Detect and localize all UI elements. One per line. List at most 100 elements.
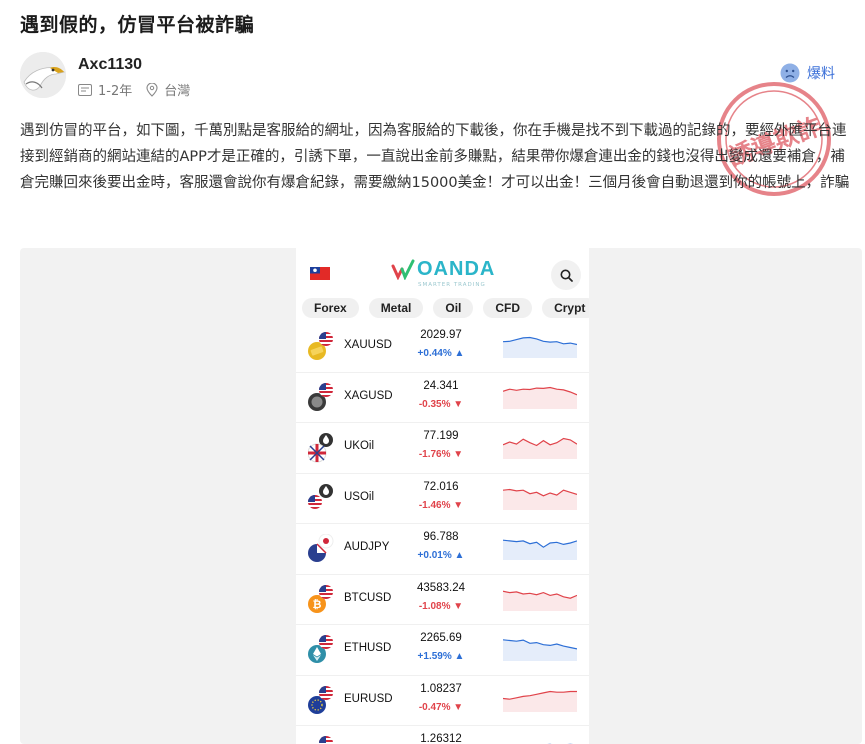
quote-row[interactable]: USOil 72.016 -1.46% ▼ xyxy=(296,474,589,524)
account-age: 1-2年 xyxy=(98,84,133,99)
quote-row[interactable]: AUDJPY 96.788 +0.01% ▲ xyxy=(296,524,589,575)
quote-symbol: UKOil xyxy=(344,440,375,452)
change-arrow-icon: ▼ xyxy=(453,701,464,713)
quote-price: 77.199 xyxy=(423,430,459,442)
quote-price: 1.26312 xyxy=(420,733,462,744)
change-arrow-icon: ▼ xyxy=(453,600,464,612)
quote-change: -1.08% ▼ xyxy=(406,601,476,612)
report-button[interactable]: 爆料 xyxy=(780,63,835,83)
svg-text:₿: ₿ xyxy=(313,598,322,611)
sparkline-area xyxy=(503,438,577,459)
quote-change: -0.35% ▼ xyxy=(406,399,476,410)
quote-price: 1.08237 xyxy=(420,682,462,695)
search-button[interactable] xyxy=(551,260,581,290)
author-meta: 1-2年 台灣 xyxy=(78,80,190,99)
quote-symbol: EURUSD xyxy=(344,692,393,705)
sparkline-area xyxy=(503,489,577,510)
logo-text: OANDA xyxy=(417,258,496,280)
quote-change-value: +0.01% xyxy=(417,550,452,561)
author-name[interactable]: Axc1130 xyxy=(78,56,142,74)
category-tabs: Forex Metal Oil CFD Crypt xyxy=(302,298,589,320)
quote-change-value: -0.35% xyxy=(418,398,451,410)
change-arrow-icon: ▼ xyxy=(453,398,464,410)
change-arrow-icon: ▼ xyxy=(453,449,464,460)
quote-symbol: USOil xyxy=(344,490,375,503)
oil-drop-icon xyxy=(308,433,333,463)
sparkline-area xyxy=(503,540,577,560)
location-pin-icon xyxy=(146,82,158,97)
quote-change-value: -1.08% xyxy=(418,600,451,612)
sparkline-area xyxy=(503,639,577,661)
sparkline-chart xyxy=(503,590,577,611)
sparkline-chart xyxy=(547,743,574,744)
quote-price: 72.016 xyxy=(423,480,459,493)
search-icon xyxy=(560,269,573,282)
quote-change-value: -1.46% xyxy=(418,499,451,511)
tab-metal[interactable]: Metal xyxy=(368,298,424,318)
quote-price: 43583.24 xyxy=(417,581,465,594)
silver-coin-icon xyxy=(308,382,333,411)
quote-change-value: -0.47% xyxy=(418,701,451,713)
quote-change: -1.76% ▼ xyxy=(406,449,476,460)
quote-symbol: AUDJPY xyxy=(344,541,390,553)
change-arrow-icon: ▼ xyxy=(453,499,464,511)
screenshot-image[interactable]: OANDA SMARTER TRADING Forex Metal Oil CFD Cr… xyxy=(20,248,862,744)
quote-row[interactable]: XAUUSD 2029.97 +0.44% ▲ xyxy=(296,322,589,373)
bitcoin-icon: ₿ xyxy=(308,584,333,613)
tab-forex[interactable]: Forex xyxy=(302,298,359,318)
change-arrow-icon: ▲ xyxy=(454,348,465,359)
id-card-icon xyxy=(78,83,92,96)
change-arrow-icon: ▲ xyxy=(454,651,465,662)
quote-symbol: XAGUSD xyxy=(344,389,393,402)
oil-drop-icon xyxy=(308,483,333,509)
sparkline-chart xyxy=(503,639,577,661)
quote-price: 96.788 xyxy=(423,531,459,543)
tab-cfd[interactable]: CFD xyxy=(483,298,533,318)
taiwan-flag-icon[interactable] xyxy=(310,267,330,280)
author-block: Axc1130 1-2年 台灣 爆料 xyxy=(20,52,845,99)
sparkline-chart xyxy=(503,488,577,510)
quote-change: +1.59% ▲ xyxy=(406,651,476,662)
oanda-logo: OANDA SMARTER TRADING xyxy=(391,258,496,288)
quote-change: +0.01% ▲ xyxy=(406,550,476,561)
quote-symbol: ETHUSD xyxy=(344,642,392,654)
quote-change: -0.47% ▼ xyxy=(406,702,476,713)
quote-row[interactable]: UKOil 77.199 -1.76% ▼ xyxy=(296,423,589,474)
quote-row[interactable]: ETHUSD 2265.69 +1.59% ▲ xyxy=(296,625,589,676)
post-title: 遇到假的，仿冒平台被詐騙 xyxy=(20,14,255,36)
quote-change: -1.46% ▼ xyxy=(406,500,476,511)
quote-change-value: +0.44% xyxy=(417,348,452,359)
tab-oil[interactable]: Oil xyxy=(433,298,474,318)
sparkline-chart xyxy=(503,386,577,409)
quote-price: 24.341 xyxy=(423,379,459,392)
quote-list: XAUUSD 2029.97 +0.44% ▲ XAGUSD 24.341 -0… xyxy=(296,322,589,744)
quote-row[interactable]: XAGUSD 24.341 -0.35% ▼ xyxy=(296,373,589,423)
tab-crypt[interactable]: Crypt xyxy=(542,298,589,318)
quote-change: +0.44% ▲ xyxy=(406,348,476,359)
quote-symbol: XAUUSD xyxy=(344,339,392,351)
report-label: 爆料 xyxy=(807,66,835,82)
logo-subtitle: SMARTER TRADING xyxy=(418,282,486,288)
sparkline-area xyxy=(503,691,577,712)
quote-price: 2265.69 xyxy=(420,632,462,644)
sparkline-chart xyxy=(503,690,577,712)
trading-app-screenshot: OANDA SMARTER TRADING Forex Metal Oil CFD Cr… xyxy=(296,248,589,744)
oanda-logo-icon xyxy=(391,259,415,280)
eu-flag-icon xyxy=(308,685,333,714)
quote-price: 2029.97 xyxy=(420,329,462,341)
quote-symbol: BTCUSD xyxy=(344,591,392,604)
sparkline-chart xyxy=(503,539,577,560)
jp-flag-icon xyxy=(308,534,334,562)
us-flag-icon xyxy=(319,736,333,744)
eagle-icon xyxy=(20,52,66,98)
quote-row[interactable]: 1.26312 xyxy=(296,726,589,744)
sparkline-chart xyxy=(503,336,577,358)
sad-face-icon xyxy=(780,63,800,83)
quote-change-value: -1.76% xyxy=(418,449,451,460)
gold-coin-icon xyxy=(308,332,333,360)
change-arrow-icon: ▲ xyxy=(454,550,465,561)
quote-change-value: +1.59% xyxy=(417,651,452,662)
quote-row[interactable]: EURUSD 1.08237 -0.47% ▼ xyxy=(296,676,589,726)
avatar[interactable] xyxy=(20,52,66,98)
quote-row[interactable]: ₿ BTCUSD 43583.24 -1.08% ▼ xyxy=(296,575,589,625)
